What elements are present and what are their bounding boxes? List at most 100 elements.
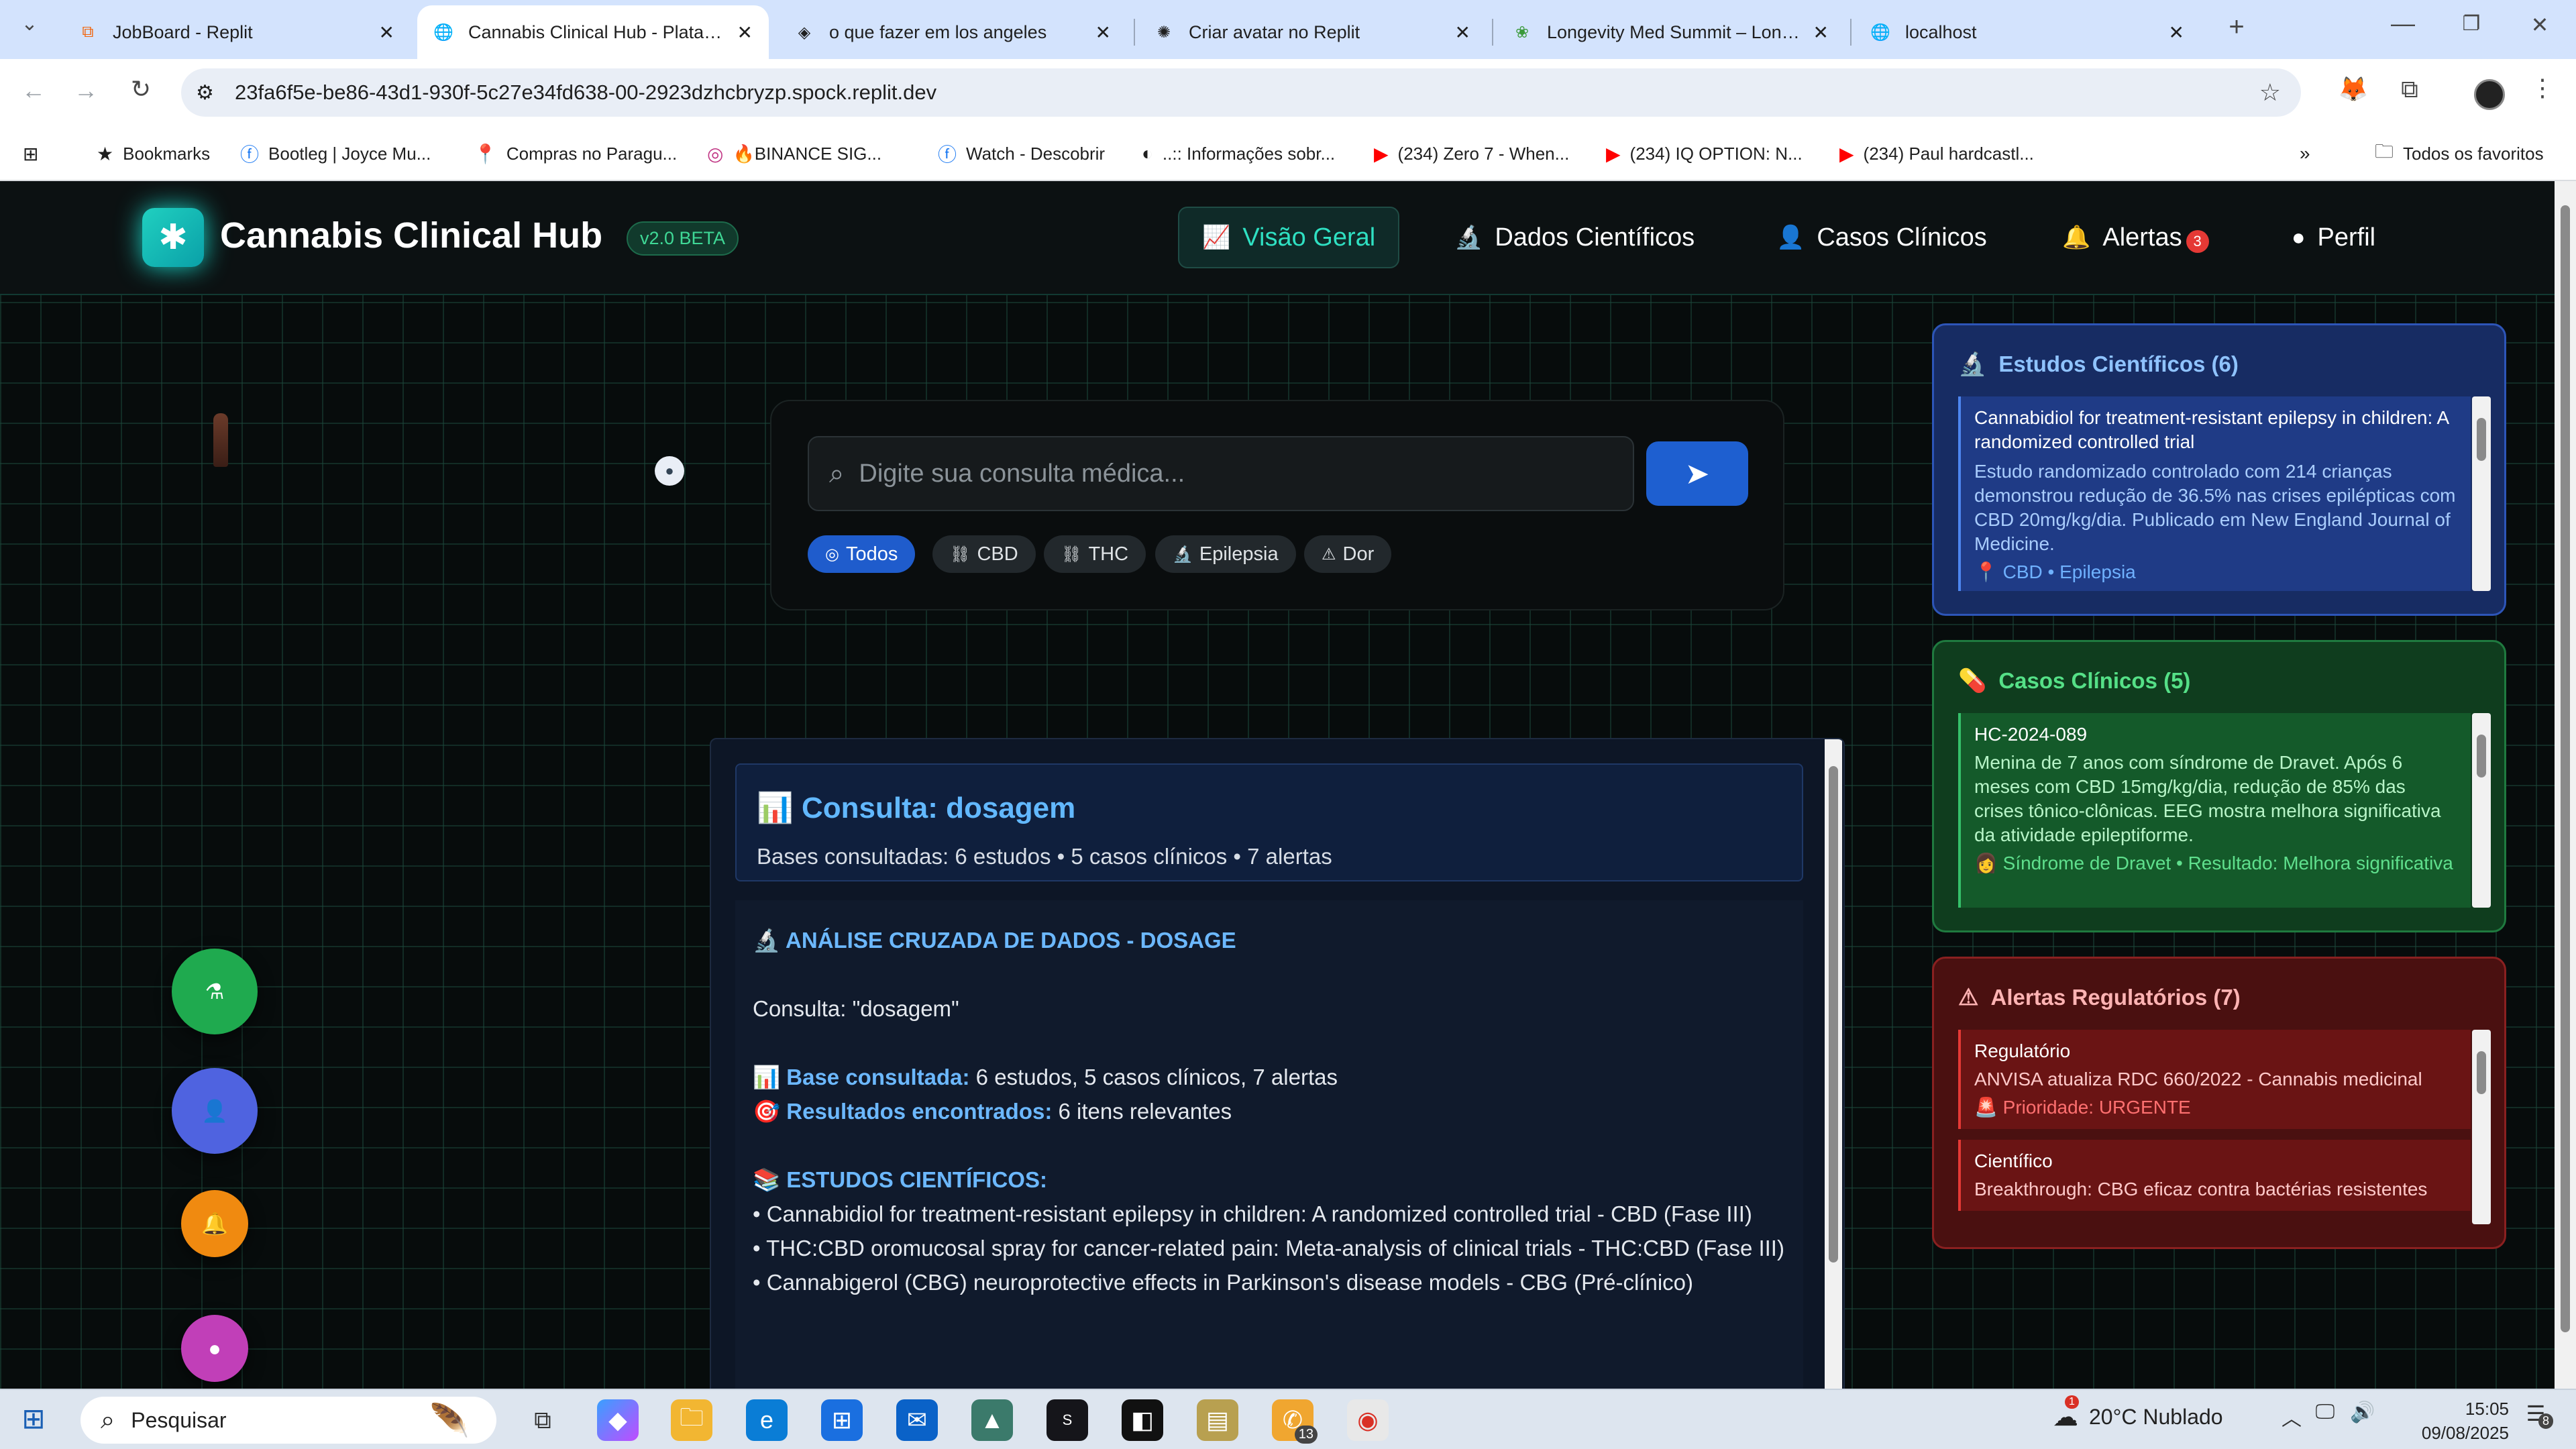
facebook-icon: ⓕ <box>938 144 957 165</box>
taskbar-search[interactable]: ⌕ Pesquisar 🪶 <box>80 1397 496 1444</box>
reload-icon[interactable]: ↻ <box>121 75 161 103</box>
bookmark-item[interactable]: ⓕ Bootleg | Joyce Mu... <box>240 137 431 170</box>
alerts-scrollbar[interactable] <box>2472 1030 2491 1224</box>
bookmark-item[interactable]: ★ Bookmarks <box>97 137 210 170</box>
scrollbar-thumb[interactable] <box>2561 205 2570 1332</box>
nav-alertas[interactable]: 🔔 Alertas 3 <box>2039 207 2232 268</box>
metamask-extension-icon[interactable]: 🦊 <box>2333 75 2373 103</box>
file-explorer-icon[interactable]: 🗀 <box>671 1399 712 1441</box>
result-subtitle: Bases consultadas: 6 estudos • 5 casos c… <box>757 844 1332 869</box>
doctor-fab-button[interactable]: 👤 <box>172 1068 258 1154</box>
list-item[interactable]: HC-2024-089 Menina de 7 anos com síndrom… <box>1961 713 2471 885</box>
forward-icon[interactable]: → <box>66 76 106 105</box>
app-triangle-icon[interactable]: ▲ <box>971 1399 1013 1441</box>
network-icon[interactable]: 🖵 <box>2305 1401 2345 1424</box>
search-icon: ⌕ <box>829 458 845 488</box>
pin-icon: 📍 <box>474 143 497 164</box>
tab-criar-avatar[interactable]: ✺ Criar avatar no Replit ✕ <box>1138 5 1487 59</box>
edge-icon[interactable]: e <box>746 1399 788 1441</box>
filter-chip-cbd[interactable]: ⛓ CBD <box>932 535 1036 573</box>
back-icon[interactable]: ← <box>13 76 54 105</box>
profile-fab-button[interactable]: ● <box>181 1315 248 1382</box>
close-tab-icon[interactable]: ✕ <box>1813 21 1829 44</box>
flask-fab-button[interactable]: ⚗ <box>172 949 258 1034</box>
bookmark-item[interactable]: ▶ (234) IQ OPTION: N... <box>1606 137 1803 170</box>
list-item: • Cannabidiol for treatment-resistant ep… <box>753 1201 1752 1226</box>
bookmark-item[interactable]: ⓕ Watch - Descobrir <box>938 137 1105 170</box>
list-item[interactable]: Regulatório ANVISA atualiza RDC 660/2022… <box>1958 1030 2471 1129</box>
result-header: 📊 Consulta: dosagem Bases consultadas: 6… <box>735 763 1803 881</box>
tab-jobboard[interactable]: ⧉ JobBoard - Replit ✕ <box>62 5 411 59</box>
youtube-icon: ▶ <box>1374 143 1389 164</box>
bookmark-item[interactable]: ▶ (234) Zero 7 - When... <box>1374 137 1569 170</box>
menu-kebab-icon[interactable]: ⋮ <box>2522 74 2563 102</box>
filter-chip-todos[interactable]: ◎ Todos <box>808 535 916 573</box>
stake-icon[interactable]: S <box>1046 1399 1088 1441</box>
tab-longevity[interactable]: ❀ Longevity Med Summit – Longe ✕ <box>1496 5 1845 59</box>
tab-los-angeles[interactable]: ◈ o que fazer em los angeles ✕ <box>778 5 1127 59</box>
bell-fab-button[interactable]: 🔔 <box>181 1190 248 1257</box>
nav-visao-geral[interactable]: 📈 Visão Geral <box>1178 207 1400 268</box>
clock[interactable]: 15:05 09/08/2025 <box>2388 1397 2509 1445</box>
chrome-icon[interactable]: ◉ <box>1347 1399 1389 1441</box>
site-info-icon[interactable]: ⚙ <box>196 81 214 105</box>
filter-chip-dor[interactable]: ⚠ Dor <box>1304 535 1392 573</box>
close-tab-icon[interactable]: ✕ <box>737 21 753 44</box>
whatsapp-icon[interactable]: ✆ 13 <box>1272 1399 1318 1444</box>
scrollbar-thumb[interactable] <box>1829 766 1838 1263</box>
studies-panel-title: 🔬 Estudos Científicos (6) <box>1958 352 2239 377</box>
close-tab-icon[interactable]: ✕ <box>1455 21 1470 44</box>
result-scrollbar[interactable] <box>1825 739 1842 1389</box>
tab-title: o que fazer em los angeles <box>829 21 1047 42</box>
profile-avatar[interactable] <box>2474 79 2505 110</box>
address-bar[interactable]: ⚙ 23fa6f5e-be86-43d1-930f-5c27e34fd638-0… <box>181 68 2301 117</box>
capcut-icon[interactable]: ◧ <box>1122 1399 1163 1441</box>
bookmark-item[interactable]: 📍 Compras no Paragu... <box>474 137 677 170</box>
bookmark-item[interactable]: ▶ (234) Paul hardcastl... <box>1839 137 2034 170</box>
list-item[interactable]: Científico Breakthrough: CBG eficaz cont… <box>1958 1140 2471 1211</box>
restore-icon[interactable]: ❐ <box>2451 12 2491 36</box>
filter-chip-epilepsia[interactable]: 🔬 Epilepsia <box>1155 535 1296 573</box>
alert-count-badge: 3 <box>2186 230 2209 253</box>
more-bookmarks-icon[interactable]: » <box>2300 137 2320 170</box>
nav-perfil[interactable]: ● Perfil <box>2269 207 2398 268</box>
list-item[interactable]: Cannabidiol for treatment-resistant epil… <box>1961 396 2471 591</box>
task-view-icon[interactable]: ⧉ <box>522 1399 564 1441</box>
windows-start-icon[interactable]: ⊞ <box>13 1402 54 1435</box>
cannabis-leaf-icon: ✱ <box>142 208 204 267</box>
bookmark-star-icon[interactable]: ☆ <box>2259 78 2281 107</box>
bookmark-item[interactable]: ◎ 🔥BINANCE SIG... <box>707 137 881 170</box>
store-icon[interactable]: ⊞ <box>821 1399 863 1441</box>
apps-grid-icon[interactable]: ⊞ <box>23 137 48 170</box>
minimize-icon[interactable]: — <box>2383 9 2423 38</box>
outlook-icon[interactable]: ✉ <box>896 1399 938 1441</box>
browser-toolbar: ← → ↻ ⚙ 23fa6f5e-be86-43d1-930f-5c27e34f… <box>0 59 2576 129</box>
tab-search-chevron-icon[interactable]: ⌄ <box>9 12 50 36</box>
filter-chip-thc[interactable]: ⛓ THC <box>1044 535 1146 573</box>
notification-icon[interactable]: ☰ 8 <box>2516 1401 2556 1429</box>
page-scrollbar[interactable] <box>2555 181 2576 1389</box>
close-tab-icon[interactable]: ✕ <box>2169 21 2184 44</box>
studies-scrollbar[interactable] <box>2472 396 2491 591</box>
weather-widget[interactable]: ☁ 1 20°C Nublado <box>2053 1395 2223 1432</box>
notes-app-icon[interactable]: ▤ <box>1197 1399 1238 1441</box>
send-button[interactable]: ➤ <box>1646 441 1748 506</box>
new-tab-icon[interactable]: + <box>2216 12 2257 42</box>
volume-icon[interactable]: 🔊 <box>2343 1401 2383 1424</box>
nav-dados-cientificos[interactable]: 🔬 Dados Científicos <box>1432 207 1717 268</box>
nav-casos-clinicos[interactable]: 👤 Casos Clínicos <box>1754 207 2010 268</box>
close-tab-icon[interactable]: ✕ <box>1095 21 1111 44</box>
tab-cannabis-hub[interactable]: 🌐 Cannabis Clinical Hub - Platafor ✕ <box>417 5 769 59</box>
copilot-icon[interactable]: ◆ <box>597 1399 639 1441</box>
studies-heading: 📚 ESTUDOS CIENTÍFICOS: <box>753 1167 1047 1192</box>
user-marker-icon[interactable]: ● <box>655 456 684 486</box>
search-input[interactable]: ⌕ Digite sua consulta médica... <box>808 436 1634 511</box>
bookmark-item[interactable]: ◐..:: Informações sobr... <box>1142 137 1335 170</box>
all-bookmarks-folder[interactable]: 🗀 Todos os favoritos <box>2375 137 2544 170</box>
tab-localhost[interactable]: 🌐 localhost ✕ <box>1854 5 2200 59</box>
extensions-icon[interactable]: ⧉ <box>2390 75 2430 104</box>
alert-priority: 🚨 Prioridade: URGENTE <box>1974 1097 2191 1118</box>
cases-scrollbar[interactable] <box>2472 713 2491 908</box>
close-window-icon[interactable]: ✕ <box>2520 12 2560 38</box>
close-tab-icon[interactable]: ✕ <box>379 21 394 44</box>
